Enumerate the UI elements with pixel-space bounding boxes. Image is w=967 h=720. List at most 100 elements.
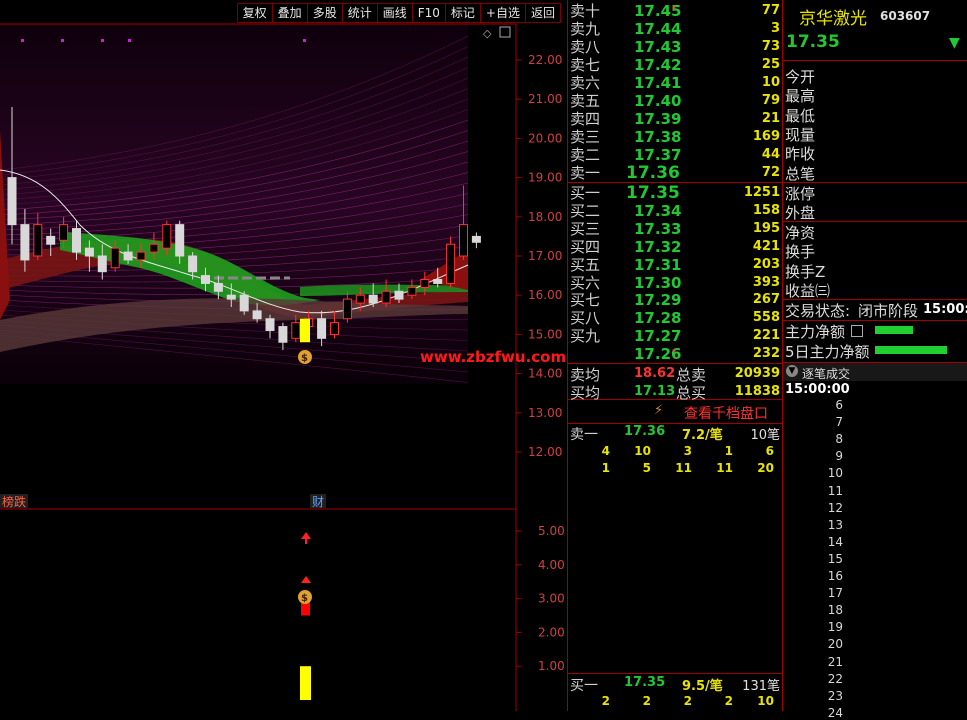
level-label: 卖九 xyxy=(570,20,601,38)
level-volume: 232 xyxy=(752,346,780,362)
level-label: 买九 xyxy=(570,327,601,346)
buy-level-row[interactable]: 买一 17.35 1251 xyxy=(568,184,782,202)
stock-code: 603607 xyxy=(880,9,931,23)
tick-row-number: 21 xyxy=(827,654,843,669)
level-price: 17.44 xyxy=(634,20,682,38)
toolbar-button-7[interactable]: +自选 xyxy=(479,3,525,23)
toolbar-button-8[interactable]: 返回 xyxy=(524,3,561,23)
view-depth-link[interactable]: 查看千档盘口 xyxy=(684,403,768,423)
toolbar-button-3[interactable]: 统计 xyxy=(341,3,377,23)
toolbar-button-2[interactable]: 多股 xyxy=(306,3,342,23)
price-tick-label: 13.00 xyxy=(528,406,562,420)
level-price: 17.42 xyxy=(634,56,682,74)
queue-cell: 11 xyxy=(675,461,692,475)
sell-level-row[interactable]: 卖三 17.38 169 xyxy=(568,128,782,146)
level-volume: 267 xyxy=(752,292,780,308)
panel-toggle-icon[interactable] xyxy=(499,26,511,38)
quote-label: 今开 xyxy=(785,68,816,86)
trade-status-value: 闭市阶段 xyxy=(858,302,919,320)
buy-level-row[interactable]: 17.26 * 232 xyxy=(568,345,782,363)
sell-level-row[interactable]: 卖十 17.45 * 77 xyxy=(568,2,782,20)
buy-level-row[interactable]: 买六 17.30 393 xyxy=(568,274,782,292)
level-label: 买二 xyxy=(570,201,601,220)
price-tick-label: 20.00 xyxy=(528,131,562,145)
sell-level-row[interactable]: 卖二 17.37 44 xyxy=(568,146,782,164)
sell-avg-value: 18.62 xyxy=(634,366,676,381)
toolbar-button-6[interactable]: 标记 xyxy=(444,3,480,23)
level-mark: * xyxy=(672,348,677,359)
ticks-header[interactable]: ▼ 逐笔成交 xyxy=(783,362,967,381)
tick-row-number: 22 xyxy=(827,671,843,686)
buy-level-row[interactable]: 买三 17.33 195 xyxy=(568,220,782,238)
down-arrow-icon: ▼ xyxy=(949,35,960,51)
level-volume: 79 xyxy=(761,93,780,108)
buy-level-row[interactable]: 买二 17.34 158 xyxy=(568,202,782,220)
queue-cell: 10 xyxy=(757,694,774,708)
level-volume: 25 xyxy=(761,57,780,72)
sell-level-row[interactable]: 卖九 17.44 3 xyxy=(568,20,782,38)
list-icon[interactable] xyxy=(851,325,863,337)
buy-level-row[interactable]: 买九 17.27 221 xyxy=(568,327,782,345)
money-bag-symbol: $ xyxy=(301,353,308,364)
up-arrow-icon xyxy=(301,532,311,539)
highlight-candle xyxy=(300,318,310,343)
toolbar-button-5[interactable]: F10 xyxy=(411,3,445,23)
tick-row-number: 6 xyxy=(835,398,843,412)
watermark-text: www.zbzfwu.com xyxy=(420,348,566,366)
toolbar-button-4[interactable]: 画线 xyxy=(376,3,412,23)
tick-row-number: 12 xyxy=(827,500,843,515)
buy-level-row[interactable]: 买七 17.29 267 xyxy=(568,291,782,309)
sell-level-row[interactable]: 卖六 17.41 10 xyxy=(568,74,782,92)
level-label: 买一 xyxy=(570,184,601,202)
level-label: 卖六 xyxy=(570,74,601,92)
tick-row-number: 7 xyxy=(835,415,843,430)
level-volume: 558 xyxy=(752,310,780,326)
main-net-row: 主力净额 xyxy=(783,321,967,341)
level-mark: * xyxy=(672,5,677,15)
sell-level-row[interactable]: 卖八 17.43 73 xyxy=(568,38,782,56)
quote-label: 换手 xyxy=(785,243,816,262)
trade-status-time: 15:00:0 xyxy=(923,302,967,317)
buy1-label: 买一 xyxy=(570,678,598,694)
level-price: 17.31 xyxy=(634,255,682,274)
toolbar-button-1[interactable]: 叠加 xyxy=(271,3,307,23)
queue-cell: 4 xyxy=(601,444,610,458)
buy-level-row[interactable]: 买五 17.31 203 xyxy=(568,256,782,274)
level-volume: 195 xyxy=(752,220,780,236)
sell-level-row[interactable]: 卖四 17.39 21 xyxy=(568,110,782,128)
tick-row-number: 20 xyxy=(827,637,843,652)
level-price: 17.37 xyxy=(634,146,682,164)
money-bag-symbol-2: $ xyxy=(301,593,308,604)
stock-name: 京华激光 xyxy=(799,9,867,29)
collapse-icon[interactable]: ▼ xyxy=(786,365,798,377)
toolbar-button-0[interactable]: 复权 xyxy=(236,3,272,23)
kline-chart[interactable]: ◇ 22.00 21.00 20.00 19.00 18.00 17.00 16.00 15.… xyxy=(0,0,567,711)
queue-cell: 1 xyxy=(601,461,610,475)
sell-level-row[interactable]: 卖七 17.42 25 xyxy=(568,56,782,74)
ticks-title: 逐笔成交 xyxy=(802,367,851,381)
quote-label: 最低 xyxy=(785,106,816,125)
level-label: 买四 xyxy=(570,237,601,256)
level-label: 买五 xyxy=(570,255,601,274)
stock-info-panel: 京华激光 603607 17.35 ▼ 今开 最高 最低 现量 昨收 总笔 涨停 外盘 净资… xyxy=(783,0,967,720)
level-label: 买七 xyxy=(570,291,601,310)
total-sell-value: 20939 xyxy=(734,366,780,381)
buy-avg-value: 17.13 xyxy=(634,384,676,399)
level-volume: 21 xyxy=(761,111,780,126)
sell-level-row[interactable]: 卖五 17.40 79 xyxy=(568,92,782,110)
buy1-queue-header: 买一 17.35 9.5/笔 131笔 xyxy=(568,675,782,694)
level-label: 卖三 xyxy=(570,128,601,146)
main-net5-label: 5日主力净额 xyxy=(785,343,870,361)
tick-row-number: 17 xyxy=(827,586,843,601)
quote-label: 收益㈢ xyxy=(785,281,831,300)
sell-level-row[interactable]: 卖一 17.36 72 xyxy=(568,164,782,182)
buy-level-row[interactable]: 买八 17.28 558 xyxy=(568,309,782,327)
level-price: 17.27 xyxy=(634,327,682,346)
level-label: 买八 xyxy=(570,309,601,328)
diamond-icon[interactable]: ◇ xyxy=(483,27,492,40)
buy-level-row[interactable]: 买四 17.32 421 xyxy=(568,238,782,256)
chart-toolbar: 复权 叠加 多股 统计 画线 F10 标记 +自选 返回 xyxy=(236,3,561,23)
sell1-price: 17.36 xyxy=(624,424,666,439)
kline-chart-panel[interactable]: ◇ 22.00 21.00 20.00 19.00 18.00 17.00 16.00 15.… xyxy=(0,0,567,711)
tick-row-number: 24 xyxy=(827,705,843,720)
